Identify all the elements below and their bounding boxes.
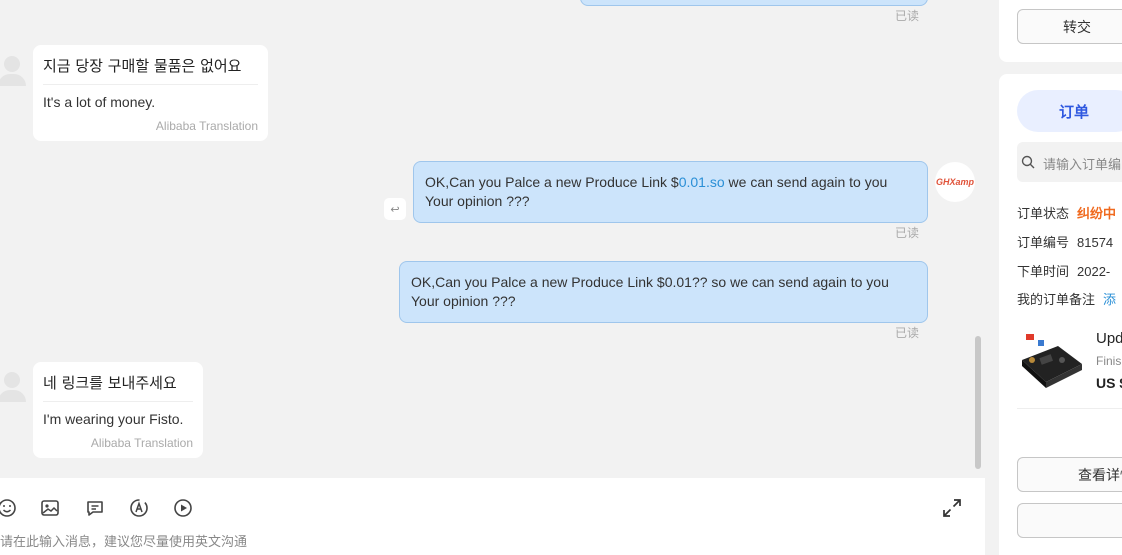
search-icon	[1021, 155, 1035, 169]
order-number-value: 81574	[1077, 235, 1114, 250]
message-line-1: OK,Can you Palce a new Produce Link $0.0…	[411, 274, 889, 290]
order-note-row: 我的订单备注添	[1017, 289, 1116, 308]
product-image[interactable]	[1018, 330, 1084, 392]
my-avatar: GHXamp	[935, 162, 975, 202]
order-status-label: 订单状态	[1017, 206, 1070, 221]
translated-text: It's a lot of money.	[43, 94, 156, 110]
translation-source: Alibaba Translation	[90, 436, 193, 450]
order-number-row: 订单编号 81574	[1017, 232, 1113, 251]
order-status-row: 订单状态 纠纷中	[1017, 203, 1116, 222]
original-text: 지금 당장 구매할 물품은 없어요	[43, 55, 258, 85]
chat-panel: 已读 지금 당장 구매할 물품은 없어요 It's a lot of money…	[0, 0, 985, 478]
translated-text: I'm wearing your Fisto.	[43, 411, 184, 427]
image-icon[interactable]	[40, 498, 60, 518]
divider	[1017, 408, 1122, 409]
product-price: US $	[1096, 375, 1122, 391]
view-details-button[interactable]: 查看详情	[1017, 457, 1122, 492]
order-status-value: 纠纷中	[1077, 206, 1117, 221]
secondary-button[interactable]	[1017, 503, 1122, 538]
translation-source: Alibaba Translation	[155, 119, 258, 133]
translate-icon[interactable]	[129, 498, 149, 518]
transfer-button[interactable]: 转交	[1017, 9, 1122, 44]
order-note-label: 我的订单备注	[1017, 292, 1096, 307]
order-time-row: 下单时间 2022-	[1017, 261, 1110, 280]
outgoing-message: OK,Can you Palce a new Produce Link $0.0…	[413, 161, 928, 223]
expand-icon[interactable]	[941, 497, 963, 519]
order-time-value: 2022-	[1077, 264, 1111, 279]
emoji-icon[interactable]	[0, 498, 17, 518]
tab-orders[interactable]: 订单	[1017, 90, 1122, 132]
message-input-area: 请在此输入消息，建议您尽量使用英文沟通	[0, 478, 985, 555]
recall-icon[interactable]: ↩	[384, 198, 406, 220]
order-time-label: 下单时间	[1017, 264, 1070, 279]
chat-scrollbar[interactable]	[975, 336, 981, 469]
original-text: 네 링크를 보내주세요	[43, 372, 193, 402]
message-line-1: OK,Can you Palce a new Produce Link $0.0…	[425, 174, 888, 190]
quick-reply-icon[interactable]	[85, 498, 105, 518]
read-receipt: 已读	[895, 326, 920, 340]
message-bubble-partial	[580, 0, 928, 6]
order-number-label: 订单编号	[1017, 235, 1070, 250]
read-receipt: 已读	[895, 9, 920, 23]
product-title[interactable]: Upd	[1096, 330, 1122, 347]
outgoing-message: OK,Can you Palce a new Produce Link $0.0…	[399, 261, 928, 323]
incoming-message: 지금 당장 구매할 물품은 없어요 It's a lot of money. A…	[33, 45, 268, 141]
order-sidebar: 转交 订单 请输入订单编 订单状态 纠纷中 订单编号 81574 下单时间 2022-…	[985, 0, 1122, 555]
contact-avatar	[0, 46, 30, 86]
read-receipt: 已读	[895, 226, 920, 240]
message-input[interactable]: 请在此输入消息，建议您尽量使用英文沟通	[0, 531, 247, 550]
message-line-2: Your opinion ???	[425, 193, 530, 209]
contact-avatar	[0, 362, 30, 402]
incoming-message: 네 링크를 보내주세요 I'm wearing your Fisto. Alib…	[33, 362, 203, 458]
search-placeholder: 请输入订单编	[1043, 157, 1122, 172]
message-line-2: Your opinion ???	[411, 293, 516, 309]
order-search[interactable]: 请输入订单编	[1017, 142, 1122, 182]
add-note-link[interactable]: 添	[1103, 292, 1116, 307]
message-link[interactable]: 0.01.so	[679, 174, 725, 190]
video-icon[interactable]	[173, 498, 193, 518]
product-status: Finis	[1096, 354, 1122, 368]
